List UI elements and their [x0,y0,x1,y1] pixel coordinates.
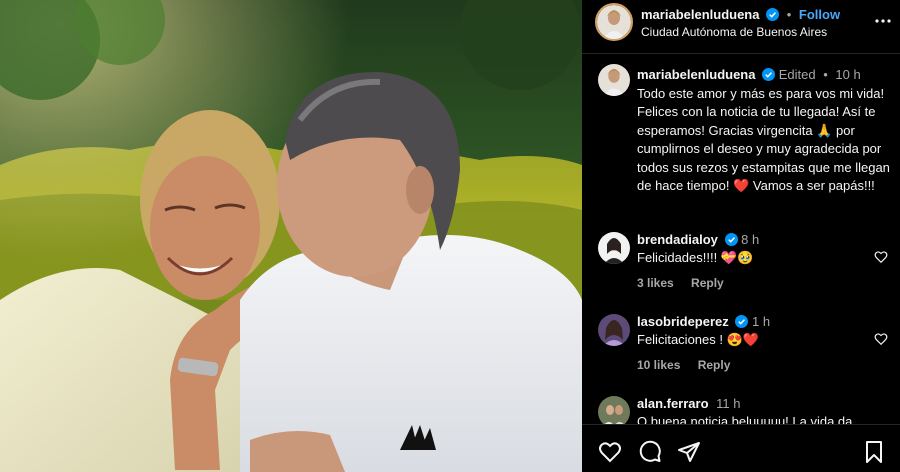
comment-username[interactable]: lasobrideperez [637,314,729,329]
author-username[interactable]: mariabelenluduena [641,7,759,22]
verified-badge-icon [735,315,749,328]
post-location[interactable]: Ciudad Autónoma de Buenos Aires [641,25,827,39]
comment-item: brendadialoy 8 h Felicidades!!!! 💝🥹 3 li… [582,228,900,308]
like-icon[interactable] [598,440,622,464]
comment-time: 1 h [752,314,771,329]
more-options-icon[interactable] [874,12,892,30]
post-action-bar [582,424,900,472]
verified-badge-icon [762,68,776,81]
comment-author-line: alan.ferraro 11 h [637,396,741,411]
caption-text: Todo este amor y más es para vos mi vida… [637,86,890,194]
comment-actions: 3 likes Reply [637,276,738,290]
comment-username[interactable]: brendadialoy [637,232,718,247]
reply-button[interactable]: Reply [698,358,731,372]
couple-photo-illustration [0,0,582,472]
comment-username[interactable]: alan.ferraro [637,396,709,411]
caption-username[interactable]: mariabelenluduena [637,67,755,82]
comment-text: Felicidades!!!! 💝🥹 [637,250,754,265]
caption-time: 10 h [835,67,861,82]
post-side-panel: mariabelenluduena • Follow Ciudad Autóno… [582,0,900,472]
caption-avatar[interactable] [598,64,630,96]
comment-icon[interactable] [638,440,662,464]
comment-avatar[interactable] [598,314,630,346]
verified-badge-icon [724,233,738,246]
caption-author-line: mariabelenluduena Edited • 10 h [637,67,861,82]
avatar-image-icon [598,314,630,346]
comment-time: 8 h [741,232,760,247]
bookmark-icon[interactable] [862,440,886,464]
share-icon[interactable] [677,440,701,464]
comment-likes[interactable]: 3 likes [637,276,674,290]
post-header: mariabelenluduena • Follow Ciudad Autóno… [582,0,900,54]
separator-dot: • [823,67,828,82]
comment-actions: 10 likes Reply [637,358,744,372]
comment-author-line: lasobrideperez 1 h [637,314,770,329]
separator-dot: • [786,7,792,22]
avatar-image-icon [597,5,631,39]
comment-likes[interactable]: 10 likes [637,358,680,372]
comment-text: Felicitaciones ! 😍❤️ [637,332,759,347]
comment-avatar[interactable] [598,232,630,264]
comment-item: lasobrideperez 1 h Felicitaciones ! 😍❤️ … [582,310,900,390]
edited-label: Edited [778,67,816,82]
reply-button[interactable]: Reply [691,276,724,290]
avatar-image-icon [598,64,630,96]
heart-outline-icon[interactable] [874,332,888,346]
avatar-image-icon [598,232,630,264]
author-line: mariabelenluduena • Follow [641,7,840,22]
comment-author-line: brendadialoy 8 h [637,232,759,247]
verified-badge-icon [766,8,780,21]
comment-time: 11 h [716,396,741,411]
follow-button[interactable]: Follow [799,7,840,22]
heart-outline-icon[interactable] [874,250,888,264]
author-avatar[interactable] [595,3,633,41]
post-photo[interactable] [0,0,582,472]
